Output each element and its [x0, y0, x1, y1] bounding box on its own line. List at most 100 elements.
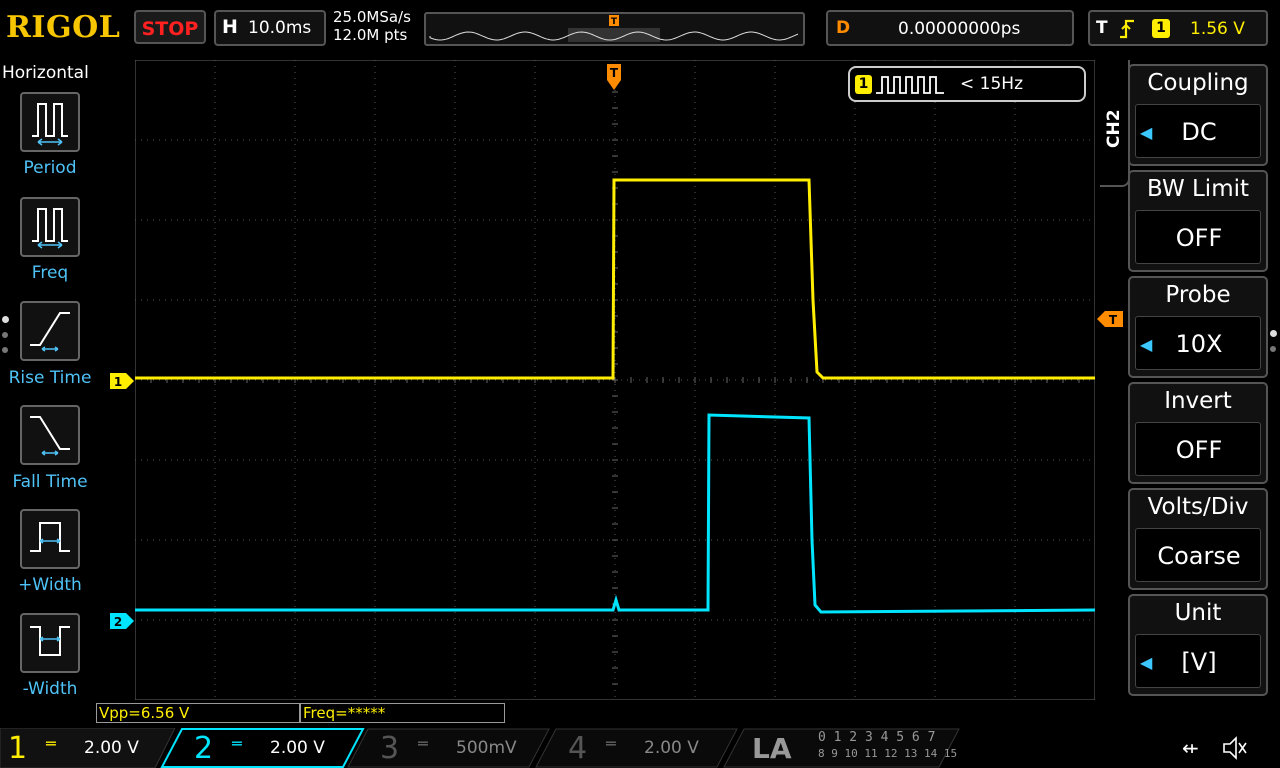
minus-width-button[interactable]: [20, 613, 80, 673]
run-stop-button[interactable]: STOP: [134, 10, 206, 44]
freq-badge-text: < 15Hz: [960, 74, 1023, 94]
ch3-scale: 500mV: [456, 738, 517, 758]
ch2-tab[interactable]: 2 ═ 2.00 V: [160, 728, 365, 768]
plus-width-icon: [30, 522, 70, 552]
ch2-coupling-icon: ═: [232, 734, 242, 753]
timebase-box[interactable]: H 10.0ms: [214, 10, 326, 46]
trigger-source-badge: 1: [1152, 19, 1170, 38]
volts-div-value-box: Coarse: [1135, 528, 1261, 582]
invert-value: OFF: [1175, 436, 1223, 464]
ch2-number: 2: [194, 731, 214, 766]
ch1-scale: 2.00 V: [84, 738, 139, 758]
right-panel-bracket: [1100, 60, 1130, 187]
frequency-counter-badge: 1 < 15Hz: [848, 66, 1086, 102]
ch1-offset-marker[interactable]: 1: [110, 373, 134, 389]
svg-text:2: 2: [114, 615, 122, 629]
la-row1: 0 1 2 3 4 5 6 7: [818, 730, 936, 745]
invert-title: Invert: [1164, 388, 1232, 414]
coupling-title: Coupling: [1147, 70, 1249, 96]
probe-value: 10X: [1175, 330, 1223, 358]
volts-div-title: Volts/Div: [1147, 494, 1249, 520]
trigger-box[interactable]: T 1 1.56 V: [1088, 10, 1268, 46]
usb-icon: ⇷: [1182, 736, 1199, 760]
trigger-letter: T: [1096, 18, 1108, 38]
memory-overview-bar: T: [424, 12, 805, 46]
rise-time-button[interactable]: [20, 301, 80, 361]
plus-width-button[interactable]: [20, 509, 80, 569]
period-button[interactable]: [20, 92, 80, 152]
svg-text:T: T: [611, 17, 618, 27]
freq-measurement[interactable]: Freq=*****: [300, 703, 505, 723]
svg-text:T: T: [610, 66, 619, 80]
period-label: Period: [23, 158, 77, 178]
coupling-value-box: ◀ DC: [1135, 104, 1261, 158]
unit-button[interactable]: Unit ◀ [V]: [1128, 594, 1268, 696]
rise-time-icon: [30, 312, 70, 352]
svg-text:1: 1: [114, 375, 122, 389]
coupling-value: DC: [1181, 118, 1217, 146]
freq-icon: [32, 208, 68, 249]
ch2-offset-marker[interactable]: 2: [110, 613, 134, 629]
square-wave-icon: [876, 76, 944, 94]
trigger-position-marker[interactable]: T: [607, 64, 621, 90]
svg-text:T: T: [1109, 313, 1118, 327]
bw-limit-title: BW Limit: [1146, 176, 1250, 202]
bw-limit-button[interactable]: BW Limit OFF: [1128, 170, 1268, 272]
la-tab[interactable]: LA 0 1 2 3 4 5 6 7 8 9 10 11 12 13 14 15: [722, 728, 962, 768]
unit-value: [V]: [1181, 648, 1217, 676]
fall-time-label: Fall Time: [12, 472, 88, 492]
sample-rate: 25.0MSa/s: [333, 8, 411, 26]
horizontal-letter: H: [222, 16, 238, 38]
coupling-button[interactable]: Coupling ◀ DC: [1128, 64, 1268, 166]
minus-width-label: -Width: [22, 679, 78, 699]
probe-title: Probe: [1165, 282, 1231, 308]
ch3-coupling-icon: ═: [418, 734, 428, 753]
plus-width-label: +Width: [18, 575, 82, 595]
fall-time-button[interactable]: [20, 405, 80, 465]
unit-title: Unit: [1174, 600, 1222, 626]
probe-value-box: ◀ 10X: [1135, 316, 1261, 370]
delay-value: 0.00000000ps: [898, 19, 1021, 39]
ch1-number: 1: [8, 731, 28, 766]
probe-button[interactable]: Probe ◀ 10X: [1128, 276, 1268, 378]
volts-div-button[interactable]: Volts/Div Coarse: [1128, 488, 1268, 590]
memory-depth: 12.0M pts: [333, 26, 408, 44]
speaker-muted-icon: [1223, 736, 1247, 760]
ch4-coupling-icon: ═: [606, 734, 616, 753]
la-row2: 8 9 10 11 12 13 14 15: [818, 747, 958, 760]
ch4-scale: 2.00 V: [644, 738, 699, 758]
right-scroll-dots: [1270, 330, 1278, 370]
ch2-scale: 2.00 V: [270, 738, 325, 758]
timebase-value: 10.0ms: [248, 18, 312, 38]
rise-time-label: Rise Time: [8, 368, 92, 388]
minus-width-icon: [30, 626, 70, 656]
ch3-number: 3: [380, 731, 400, 766]
period-icon: [32, 103, 68, 146]
ch3-tab[interactable]: 3 ═ 500mV: [346, 728, 550, 768]
rising-edge-icon: [1120, 19, 1134, 39]
waveform-display[interactable]: [135, 60, 1095, 700]
rigol-logo: RIGOL: [6, 10, 121, 45]
ch1-tab[interactable]: 1 ═ 2.00 V: [0, 728, 180, 768]
bw-limit-value-box: OFF: [1135, 210, 1261, 264]
delay-box[interactable]: D 0.00000000ps: [826, 10, 1074, 46]
unit-value-box: ◀ [V]: [1135, 634, 1261, 688]
memory-trigger-marker: T: [609, 15, 619, 27]
trigger-level-marker[interactable]: T: [1097, 311, 1123, 327]
ch1-coupling-icon: ═: [46, 734, 56, 753]
bw-limit-value: OFF: [1175, 224, 1223, 252]
vpp-measurement[interactable]: Vpp=6.56 V: [96, 703, 300, 723]
invert-button[interactable]: Invert OFF: [1128, 382, 1268, 484]
status-icons: ⇷: [1150, 728, 1278, 768]
la-label: LA: [752, 732, 792, 765]
measure-panel-title: Horizontal: [2, 63, 89, 83]
invert-value-box: OFF: [1135, 422, 1261, 476]
left-scroll-dots: [2, 316, 10, 366]
volts-div-value: Coarse: [1157, 542, 1241, 570]
ch4-number: 4: [568, 731, 588, 766]
freq-button[interactable]: [20, 197, 80, 257]
ch4-tab[interactable]: 4 ═ 2.00 V: [534, 728, 738, 768]
trigger-level: 1.56 V: [1190, 19, 1245, 39]
delay-letter: D: [836, 18, 851, 38]
freq-label: Freq: [31, 263, 69, 283]
